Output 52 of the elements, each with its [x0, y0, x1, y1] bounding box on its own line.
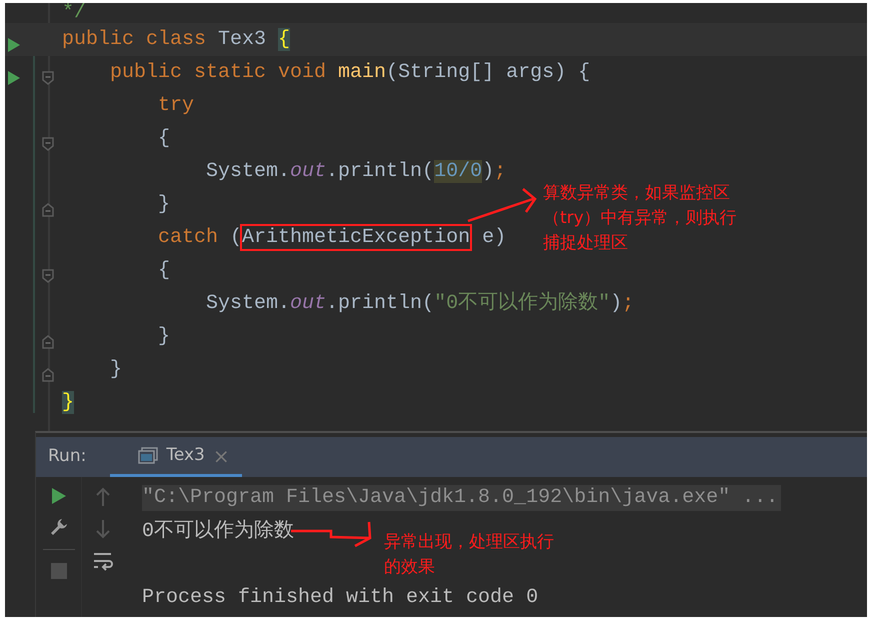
fold-icon[interactable]	[42, 136, 54, 151]
annotation-text: 异常出现，处理区执行 的效果	[384, 531, 554, 579]
code-keyword: try	[158, 94, 194, 116]
stop-icon[interactable]	[50, 562, 68, 580]
code-keyword: ;	[494, 160, 506, 182]
code-text: System.	[206, 160, 290, 182]
run-tab[interactable]: Tex3 ×	[110, 437, 242, 477]
exit-message: Process finished with exit code 0	[142, 586, 538, 609]
panel-label: Run:	[48, 445, 86, 468]
fold-icon[interactable]	[42, 70, 54, 85]
soft-wrap-icon[interactable]	[92, 551, 114, 571]
fold-icon[interactable]	[42, 268, 54, 283]
annotated-code-text: ArithmeticException	[242, 226, 470, 248]
code-keyword: ;	[622, 292, 634, 314]
code-text: (String[] args) {	[386, 60, 590, 84]
fold-icon[interactable]	[42, 368, 54, 382]
matched-brace: {	[278, 28, 290, 50]
code-text: {	[158, 258, 170, 282]
run-icon[interactable]	[7, 36, 21, 53]
up-arrow-icon[interactable]	[95, 487, 111, 507]
wrench-icon[interactable]	[48, 517, 68, 537]
code-text: .println(	[326, 160, 434, 182]
command-line-text: "C:\Program Files\Java\jdk1.8.0_192\bin\java.exe" ...	[142, 486, 778, 509]
field-name: out	[290, 292, 326, 314]
fold-icon[interactable]	[42, 334, 54, 349]
annotation-text: 算数异常类，如果监控区 （try）中有异常，则执行 捕捉处理区	[543, 182, 737, 255]
console-output: 0不可以作为除数	[142, 520, 294, 543]
code-text: )	[610, 292, 622, 314]
code-text: {	[158, 126, 170, 150]
code-text: )	[482, 160, 494, 182]
code-text: }	[158, 324, 170, 348]
field-name: out	[290, 160, 326, 182]
run-icon[interactable]	[7, 70, 21, 86]
run-icon[interactable]	[50, 487, 66, 505]
code-text: Tex3	[218, 28, 268, 50]
code-text: e)	[481, 226, 506, 248]
arrow	[468, 188, 537, 222]
code-text: (	[230, 226, 242, 248]
code-text: .println(	[326, 292, 434, 314]
window-icon	[138, 446, 158, 464]
code-text: }	[158, 192, 170, 216]
matched-brace: }	[62, 390, 74, 414]
fold-icon[interactable]	[42, 202, 54, 217]
code-keyword: public static void	[110, 60, 328, 84]
string-literal: "0不可以作为除数"	[434, 292, 610, 314]
code-keyword: public class	[62, 28, 208, 50]
down-arrow-icon[interactable]	[95, 519, 111, 539]
method-name: main	[338, 60, 386, 84]
code-keyword: catch	[158, 226, 220, 248]
code-text: System.	[206, 292, 290, 314]
code-number: 10/0	[434, 160, 482, 182]
code-text: }	[110, 358, 122, 380]
